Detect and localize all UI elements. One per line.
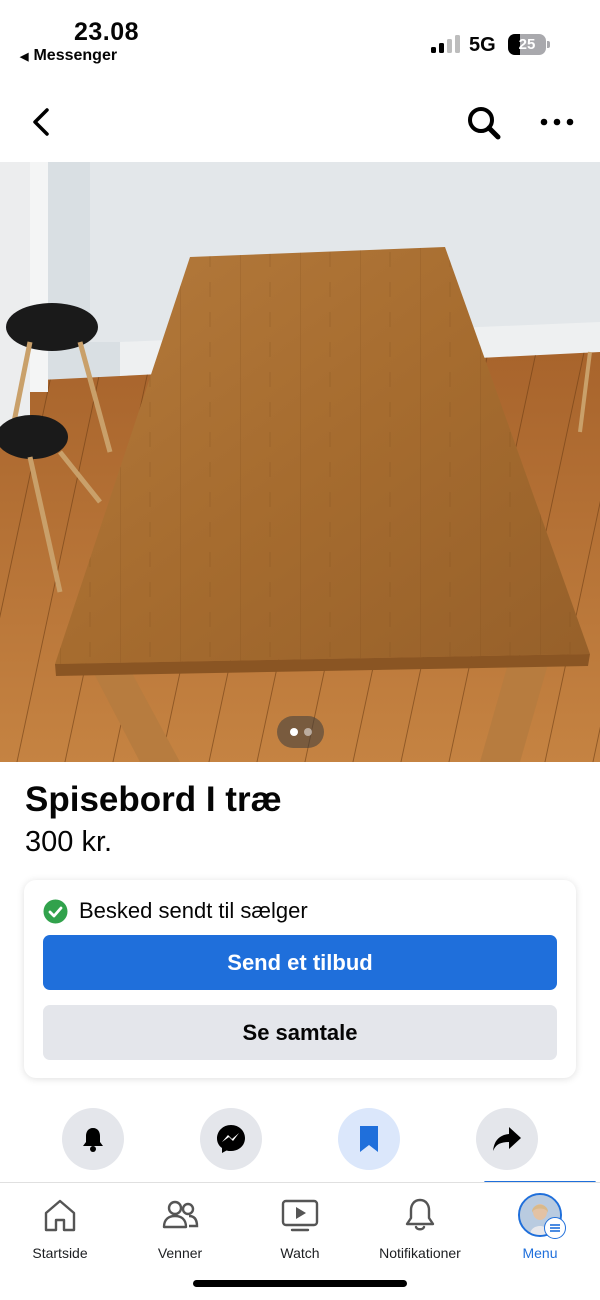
bell-icon xyxy=(83,1128,103,1152)
pager-dot xyxy=(303,728,312,736)
check-circle-icon xyxy=(43,899,68,923)
tab-watch[interactable]: Watch xyxy=(240,1183,360,1273)
menu-lines-icon xyxy=(544,1217,566,1239)
dining-table-photo xyxy=(0,162,600,762)
listing-title: Spisebord I træ xyxy=(25,780,282,819)
tab-label: Watch xyxy=(280,1245,320,1261)
battery-icon: 25 xyxy=(508,34,550,56)
tab-venner[interactable]: Venner xyxy=(120,1183,240,1273)
tab-label: Notifikationer xyxy=(379,1245,461,1261)
share-icon xyxy=(493,1127,521,1151)
back-arrow-icon[interactable] xyxy=(22,102,62,142)
search-icon[interactable] xyxy=(462,101,506,145)
bookmark-icon xyxy=(360,1126,378,1152)
back-triangle-icon: ◀ xyxy=(20,50,29,63)
send-offer-button[interactable]: Send et tilbud xyxy=(43,935,557,990)
signal-icon xyxy=(431,35,460,53)
watch-icon xyxy=(281,1199,319,1232)
message-sent-text: Besked sendt til sælger xyxy=(79,898,308,923)
tab-notifikationer[interactable]: Notifikationer xyxy=(360,1183,480,1273)
tab-startside[interactable]: Startside xyxy=(0,1183,120,1273)
friends-icon xyxy=(162,1200,199,1229)
message-card: Besked sendt til sælger Send et tilbud S… xyxy=(24,880,576,1078)
save-button[interactable] xyxy=(338,1108,400,1170)
notify-button[interactable] xyxy=(62,1108,124,1170)
network-type: 5G xyxy=(469,34,496,56)
tab-label: Menu xyxy=(522,1245,558,1261)
messenger-icon xyxy=(217,1125,245,1153)
home-indicator xyxy=(193,1280,407,1287)
listing-price: 300 kr. xyxy=(25,826,113,858)
view-conversation-button[interactable]: Se samtale xyxy=(43,1005,557,1060)
tab-label: Venner xyxy=(157,1245,203,1261)
message-seller-button[interactable] xyxy=(200,1108,262,1170)
photo-pager[interactable] xyxy=(277,716,324,748)
home-icon xyxy=(44,1199,76,1232)
back-app-label: Messenger xyxy=(33,47,118,64)
bell-icon xyxy=(405,1198,435,1231)
more-options-icon[interactable] xyxy=(535,104,579,140)
battery-level: 25 xyxy=(518,36,536,53)
tab-menu[interactable]: Menu xyxy=(480,1183,600,1273)
share-button[interactable] xyxy=(476,1108,538,1170)
action-row xyxy=(0,1108,600,1182)
listing-photo[interactable] xyxy=(0,162,600,762)
back-to-app-link[interactable]: ◀ Messenger xyxy=(20,47,117,65)
status-bar: 23.08 ◀ Messenger 5G 25 xyxy=(0,0,600,80)
status-time: 23.08 xyxy=(74,18,140,46)
message-sent-status: Besked sendt til sælger xyxy=(43,898,308,924)
tab-label: Startside xyxy=(32,1245,88,1261)
top-navigation xyxy=(0,92,600,152)
pager-dot-active xyxy=(289,728,298,736)
